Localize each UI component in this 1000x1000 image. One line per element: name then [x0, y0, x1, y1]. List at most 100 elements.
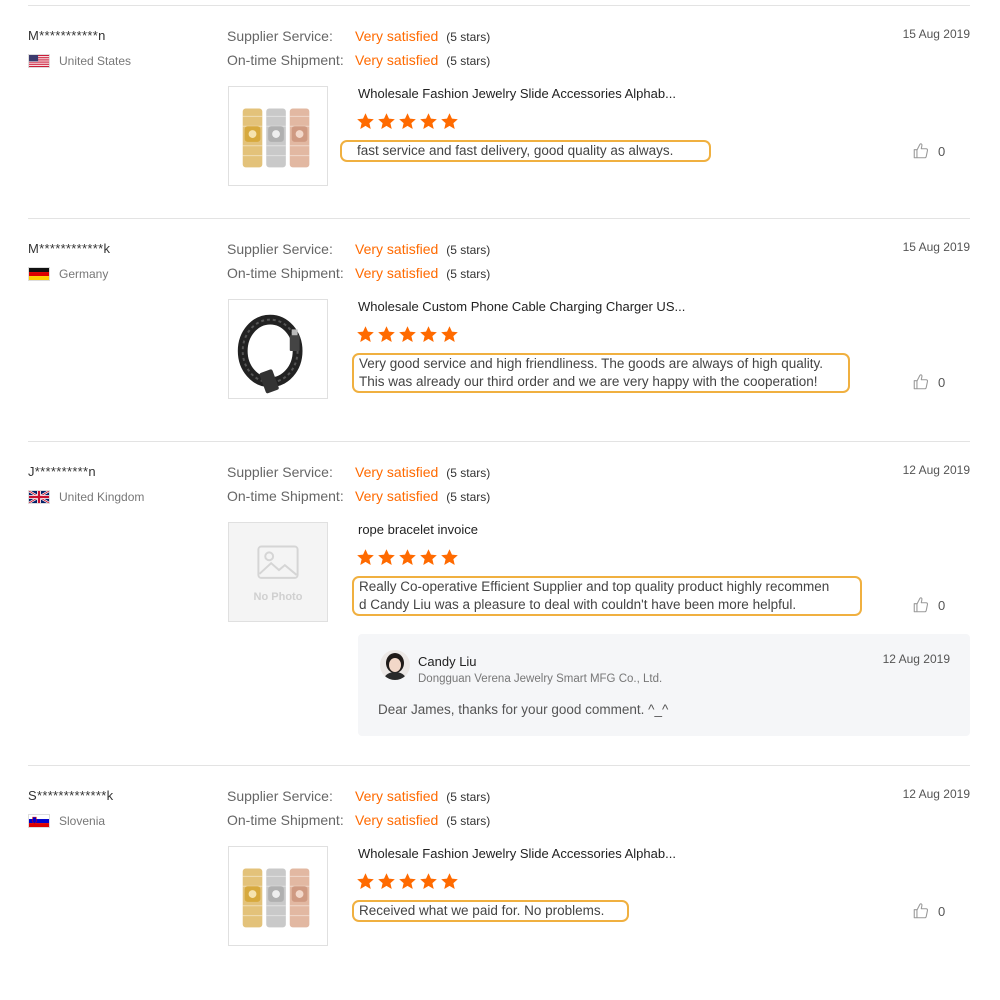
supplier-service-label: Supplier Service: — [227, 788, 333, 804]
like-button[interactable]: 0 — [912, 596, 945, 614]
thumbs-up-icon — [912, 596, 930, 614]
product-rating-stars — [356, 872, 461, 891]
shipment-stars: (5 stars) — [446, 267, 491, 281]
comment-line: Received what we paid for. No problems. — [359, 903, 605, 918]
star-icon — [440, 325, 459, 344]
star-icon — [377, 325, 396, 344]
shipment-row: On-time Shipment: Very satisfied (5 stars) — [227, 52, 490, 68]
shipment-row: On-time Shipment: Very satisfied (5 stars) — [227, 812, 490, 828]
country-name: Germany — [59, 267, 109, 281]
review-comment: Received what we paid for. No problems. — [352, 900, 629, 922]
divider — [28, 218, 970, 219]
shipment-value: Very satisfied — [355, 265, 439, 281]
reviewer-country: United States — [28, 54, 131, 68]
divider — [28, 441, 970, 442]
supplier-service-stars: (5 stars) — [446, 30, 491, 44]
mesh-bracelets-image — [229, 847, 327, 945]
supplier-service-label: Supplier Service: — [227, 28, 333, 44]
comment-line: Really Co-operative Efficient Supplier a… — [359, 579, 830, 594]
star-icon — [419, 872, 438, 891]
mesh-bracelets-image — [229, 87, 327, 185]
uk-flag-icon — [28, 490, 50, 504]
supplier-service-value: Very satisfied — [355, 28, 439, 44]
review-comment: fast service and fast delivery, good qua… — [340, 140, 711, 162]
supplier-service-label: Supplier Service: — [227, 464, 333, 480]
product-rating-stars — [356, 112, 461, 131]
reply-text: Dear James, thanks for your good comment… — [378, 702, 669, 717]
supplier-service-stars: (5 stars) — [446, 243, 491, 257]
star-icon — [398, 112, 417, 131]
star-icon — [440, 548, 459, 567]
shipment-row: On-time Shipment: Very satisfied (5 stars) — [227, 265, 490, 281]
no-photo-placeholder — [257, 545, 299, 579]
supplier-reply: Candy Liu Dongguan Verena Jewelry Smart … — [358, 634, 970, 736]
product-thumbnail[interactable]: No Photo — [228, 522, 328, 622]
review-date: 15 Aug 2019 — [902, 240, 970, 254]
reply-date: 12 Aug 2019 — [882, 652, 950, 666]
supplier-service-row: Supplier Service: Very satisfied (5 stars) — [227, 28, 490, 44]
product-title-link[interactable]: Wholesale Fashion Jewelry Slide Accessor… — [358, 846, 676, 861]
reviewer-name: S*************k — [28, 788, 114, 803]
shipment-value: Very satisfied — [355, 812, 439, 828]
product-thumbnail[interactable] — [228, 299, 328, 399]
review-date: 12 Aug 2019 — [902, 787, 970, 801]
shipment-row: On-time Shipment: Very satisfied (5 stars) — [227, 488, 490, 504]
si-flag-icon — [28, 814, 50, 828]
star-icon — [356, 548, 375, 567]
shipment-value: Very satisfied — [355, 52, 439, 68]
like-count: 0 — [938, 597, 946, 613]
supplier-service-stars: (5 stars) — [446, 466, 491, 480]
product-rating-stars — [356, 548, 461, 567]
star-icon — [398, 872, 417, 891]
product-title-link[interactable]: rope bracelet invoice — [358, 522, 478, 537]
like-button[interactable]: 0 — [912, 373, 945, 391]
star-icon — [377, 548, 396, 567]
comment-line: d Candy Liu was a pleasure to deal with … — [359, 597, 797, 612]
product-title-link[interactable]: Wholesale Custom Phone Cable Charging Ch… — [358, 299, 685, 314]
supplier-service-value: Very satisfied — [355, 241, 439, 257]
reviewer-name: M***********n — [28, 28, 106, 43]
supplier-service-row: Supplier Service: Very satisfied (5 stars) — [227, 464, 490, 480]
star-icon — [377, 872, 396, 891]
reviewer-country: United Kingdom — [28, 490, 144, 504]
star-icon — [419, 325, 438, 344]
country-name: United Kingdom — [59, 490, 145, 504]
comment-line: Very good service and high friendliness.… — [359, 356, 824, 371]
shipment-stars: (5 stars) — [446, 490, 491, 504]
star-icon — [419, 548, 438, 567]
reviewer-country: Slovenia — [28, 814, 105, 828]
like-count: 0 — [938, 374, 946, 390]
like-button[interactable]: 0 — [912, 142, 945, 160]
us-flag-icon — [28, 54, 50, 68]
shipment-stars: (5 stars) — [446, 54, 491, 68]
review-comment: Really Co-operative Efficient Supplier a… — [352, 576, 862, 616]
product-thumbnail[interactable] — [228, 846, 328, 946]
reviewer-country: Germany — [28, 267, 108, 281]
de-flag-icon — [28, 267, 50, 281]
reviews-list: M***********n United States Supplier Ser… — [0, 0, 1000, 1000]
star-icon — [356, 325, 375, 344]
thumbs-up-icon — [912, 142, 930, 160]
shipment-label: On-time Shipment: — [227, 265, 344, 281]
like-button[interactable]: 0 — [912, 902, 945, 920]
star-icon — [419, 112, 438, 131]
supplier-service-value: Very satisfied — [355, 464, 439, 480]
shipment-stars: (5 stars) — [446, 814, 491, 828]
star-icon — [377, 112, 396, 131]
star-icon — [356, 112, 375, 131]
product-thumbnail[interactable] — [228, 86, 328, 186]
star-icon — [398, 325, 417, 344]
shipment-label: On-time Shipment: — [227, 52, 344, 68]
review-date: 12 Aug 2019 — [902, 463, 970, 477]
product-title-link[interactable]: Wholesale Fashion Jewelry Slide Accessor… — [358, 86, 676, 101]
star-icon — [398, 548, 417, 567]
comment-line: fast service and fast delivery, good qua… — [357, 143, 674, 158]
review-date: 15 Aug 2019 — [902, 27, 970, 41]
divider — [28, 5, 970, 6]
supplier-service-stars: (5 stars) — [446, 790, 491, 804]
reviewer-name: M************k — [28, 241, 111, 256]
review-comment: Very good service and high friendliness.… — [352, 353, 850, 393]
comment-line: This was already our third order and we … — [359, 374, 818, 389]
star-icon — [440, 872, 459, 891]
shipment-value: Very satisfied — [355, 488, 439, 504]
